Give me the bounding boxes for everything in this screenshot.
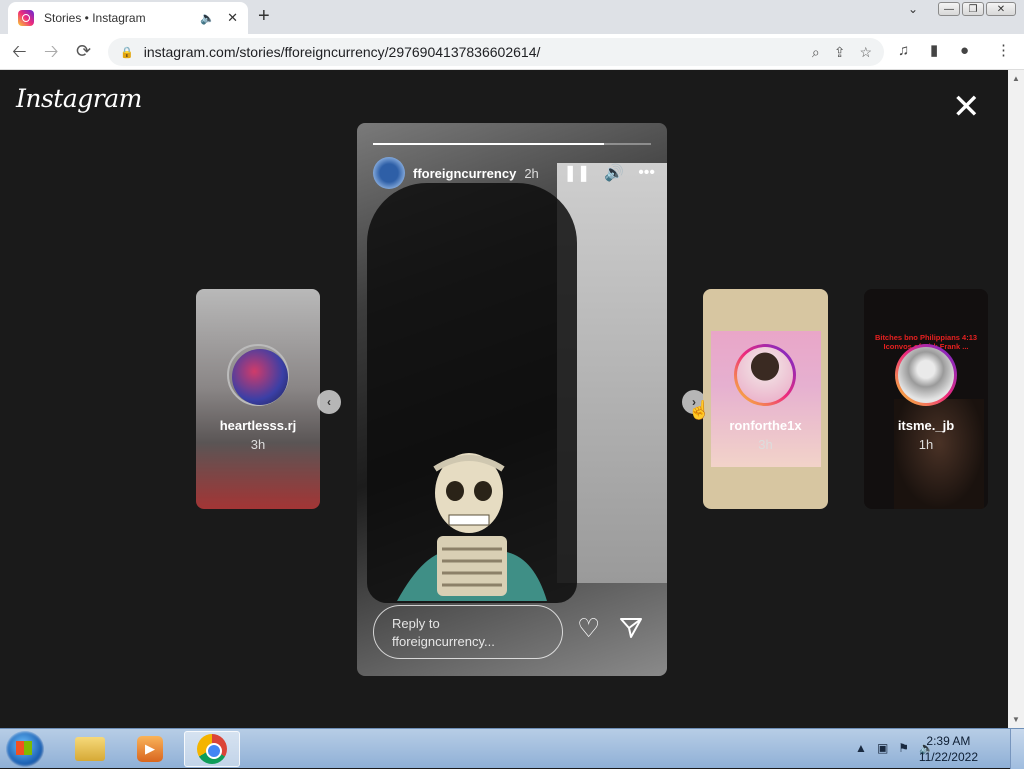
clock-time: 2:39 AM [926, 734, 971, 748]
previous-story-button[interactable]: ‹ [317, 390, 341, 414]
instagram-logo[interactable]: Instagram [16, 84, 142, 113]
folder-icon [75, 737, 105, 761]
like-heart-icon[interactable]: ♡ [577, 613, 600, 644]
story-timestamp: 2h [524, 165, 539, 181]
story-progress-bar [373, 143, 651, 145]
stories-page: Instagram ✕ heartlesss.rj 3h ‹ fforeignc… [0, 70, 1008, 728]
media-control-icon[interactable]: ♫ [898, 42, 909, 60]
tab-close-icon[interactable]: ✕ [227, 10, 238, 26]
browser-tab-strip: Stories • Instagram 🔈 ✕ + ⌄ — ❐ ✕ [0, 0, 1024, 34]
media-player-icon: ▶ [137, 736, 163, 762]
new-tab-button[interactable]: + [258, 6, 270, 26]
story-time: 3h [250, 437, 266, 452]
skeleton-sticker [397, 453, 547, 601]
story-time: 1h [918, 437, 934, 452]
taskbar-explorer[interactable] [62, 731, 118, 767]
tab-title: Stories • Instagram [44, 11, 146, 25]
minimize-button[interactable]: — [938, 2, 960, 16]
story-username: ronforthe1x [729, 418, 802, 433]
hand-cursor-icon: ☝ [688, 400, 711, 420]
windows-taskbar: ▶ ▲ ▣ ⚑ 🔈 2:39 AM 11/22/2022 [0, 728, 1024, 769]
close-stories-icon[interactable]: ✕ [952, 90, 981, 124]
forward-arrow-icon[interactable]: 🡢 [44, 41, 59, 61]
window-close-button[interactable]: ✕ [986, 2, 1016, 16]
taskbar-media-player[interactable]: ▶ [122, 731, 178, 767]
tab-audio-icon[interactable]: 🔈 [200, 11, 215, 25]
story-owner-avatar[interactable] [373, 157, 405, 189]
network-icon[interactable]: ▣ [877, 741, 888, 755]
pause-icon[interactable]: ❚❚ [563, 163, 590, 183]
scroll-up-arrow-icon[interactable]: ▲ [1012, 74, 1020, 83]
url-text[interactable]: instagram.com/stories/fforeigncurrency/2… [144, 44, 798, 60]
taskbar-chrome[interactable] [184, 731, 240, 767]
active-story[interactable]: fforeigncurrency 2h ❚❚ 🔊 ••• Reply to ff… [357, 123, 667, 676]
menu-kebab-icon[interactable]: ⋮ [996, 42, 1011, 60]
taskbar-clock[interactable]: 2:39 AM 11/22/2022 [919, 733, 978, 765]
restore-button[interactable]: ❐ [962, 2, 984, 16]
address-bar[interactable]: 🔒 instagram.com/stories/fforeigncurrency… [108, 38, 884, 66]
lock-icon[interactable]: 🔒 [120, 46, 134, 59]
tray-expand-icon[interactable]: ▲ [855, 741, 867, 755]
story-thumbnail-image [894, 399, 984, 509]
story-preview-heartlesss[interactable]: heartlesss.rj 3h [196, 289, 320, 509]
share-icon[interactable]: ⇪ [834, 44, 846, 61]
window-controls: ⌄ — ❐ ✕ [908, 2, 1016, 16]
bookmark-star-icon[interactable]: ☆ [859, 44, 872, 61]
chevron-left-icon: ‹ [327, 395, 331, 409]
clock-date: 11/22/2022 [918, 750, 978, 764]
browser-tab-active[interactable]: Stories • Instagram 🔈 ✕ [8, 2, 248, 34]
action-center-flag-icon[interactable]: ⚑ [898, 741, 909, 755]
story-time: 3h [758, 437, 773, 452]
back-arrow-icon[interactable]: 🡠 [12, 41, 27, 61]
volume-icon[interactable]: 🔊 [604, 163, 624, 183]
story-preview-ronforthe1x[interactable]: ronforthe1x 3h [703, 289, 828, 509]
start-button[interactable] [6, 731, 44, 767]
story-avatar [734, 344, 796, 406]
tab-search-icon[interactable]: ⌄ [908, 2, 918, 16]
browser-toolbar: 🡠 🡢 ⟳ 🔒 instagram.com/stories/fforeigncu… [0, 34, 1024, 70]
page-scrollbar[interactable]: ▲ ▼ [1008, 70, 1024, 728]
instagram-favicon-icon [18, 10, 34, 26]
story-username: itsme._jb [897, 418, 955, 433]
chrome-icon [197, 734, 227, 764]
profile-avatar-icon[interactable]: ● [960, 42, 969, 60]
scroll-down-arrow-icon[interactable]: ▼ [1012, 715, 1020, 724]
show-desktop-button[interactable] [1010, 729, 1024, 769]
story-avatar [227, 344, 289, 406]
story-owner-username[interactable]: fforeigncurrency [413, 166, 516, 181]
story-preview-itsme-jb[interactable]: Bitches bno Philippians 4:13 Iconvos of … [864, 289, 988, 509]
search-icon[interactable]: ⌕ [812, 44, 820, 61]
reload-icon[interactable]: ⟳ [76, 41, 91, 61]
story-progress-fill [373, 143, 604, 145]
side-panel-icon[interactable]: ▮ [930, 42, 938, 60]
send-direct-icon[interactable] [619, 617, 643, 639]
story-username: heartlesss.rj [219, 418, 297, 433]
story-reply-input[interactable]: Reply to fforeigncurrency... [373, 605, 563, 659]
more-options-icon[interactable]: ••• [638, 164, 655, 182]
story-header: fforeigncurrency 2h ❚❚ 🔊 ••• [373, 157, 655, 189]
story-avatar [895, 344, 957, 406]
